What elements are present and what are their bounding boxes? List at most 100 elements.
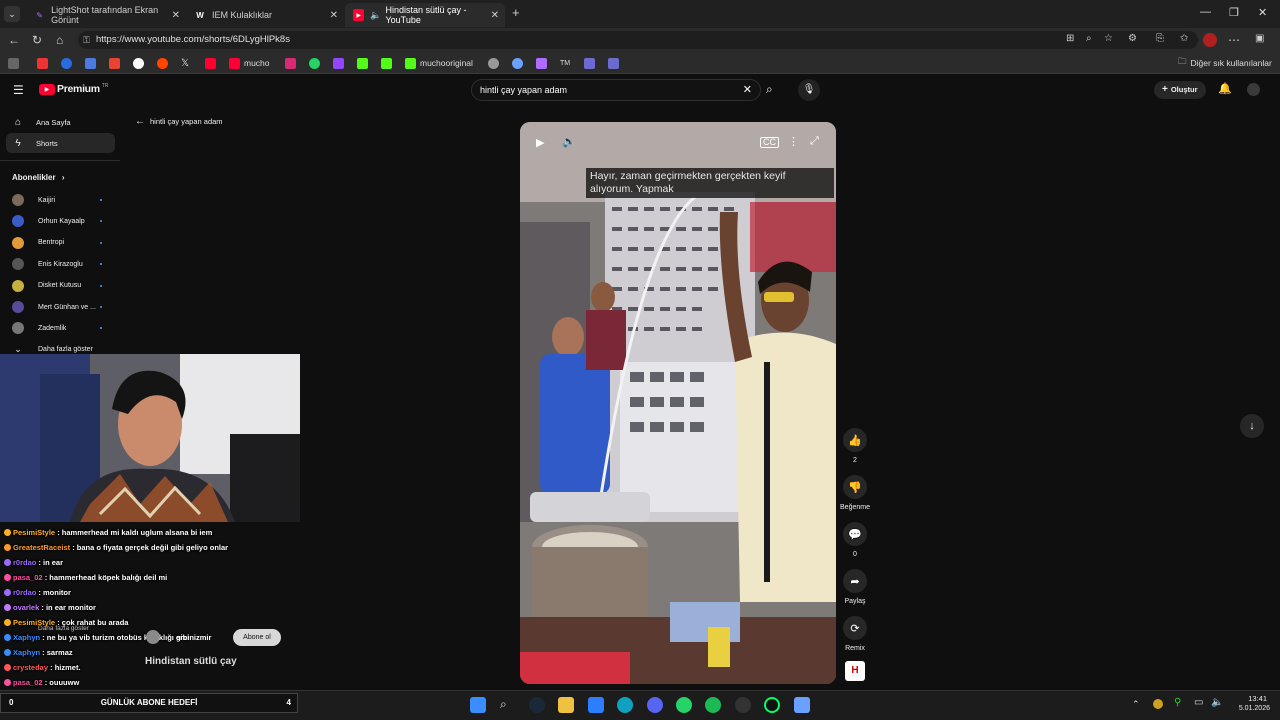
tray-nvidia-icon[interactable]: ⚲: [1174, 697, 1181, 708]
bookmark-icon[interactable]: [8, 57, 19, 69]
subscriptions-header[interactable]: Abonelikler ›: [12, 173, 64, 182]
shorts-back-link[interactable]: ← hintli çay yapan adam: [135, 116, 223, 127]
sidebar-subscription[interactable]: Bentropi: [12, 234, 112, 252]
favorites-icon[interactable]: ✩: [1180, 33, 1188, 44]
google-icon[interactable]: [133, 57, 144, 69]
bookmark-muchooriginal[interactable]: muchooriginal: [405, 56, 473, 70]
obs-icon[interactable]: [735, 697, 751, 713]
zoom-icon[interactable]: ⌕: [1086, 33, 1092, 44]
new-tab-button[interactable]: +: [512, 5, 520, 20]
bookmark-mucho[interactable]: mucho: [229, 56, 270, 70]
shield-icon[interactable]: [584, 57, 595, 69]
whatsapp-icon[interactable]: [309, 57, 320, 69]
kick-icon[interactable]: [357, 57, 368, 69]
reddit-icon[interactable]: [157, 57, 168, 69]
edge-icon[interactable]: [617, 697, 633, 713]
tab-lightshot[interactable]: ✎ LightShot tarafından Ekran Görünt ✕: [26, 3, 186, 27]
bookmark-icon[interactable]: [61, 57, 72, 69]
sidebar-item-home[interactable]: ⌂ Ana Sayfa: [6, 112, 115, 132]
extensions-icon[interactable]: ⚙: [1128, 33, 1137, 44]
mic-icon[interactable]: 🎙: [798, 79, 820, 101]
share-button[interactable]: ➦: [843, 569, 867, 593]
search-input[interactable]: hintli çay yapan adam ✕: [471, 79, 761, 101]
whatsapp-icon[interactable]: [676, 697, 692, 713]
more-icon[interactable]: ⋯: [1228, 33, 1240, 47]
star-icon[interactable]: ☆: [1104, 33, 1113, 44]
twitch-icon[interactable]: [333, 57, 344, 69]
start-icon[interactable]: [470, 697, 486, 713]
clear-search-icon[interactable]: ✕: [743, 80, 752, 100]
minimize-button[interactable]: —: [1200, 6, 1211, 18]
app-icon[interactable]: [764, 697, 780, 713]
speaker-icon[interactable]: 🔈: [1211, 697, 1223, 708]
dislike-button[interactable]: 👎: [843, 475, 867, 499]
sidebar-toggle-icon[interactable]: ▣: [1255, 33, 1264, 44]
like-button[interactable]: 👍: [843, 428, 867, 452]
profile-avatar[interactable]: [1203, 33, 1217, 47]
sidebar-subscription[interactable]: Kaijiri: [12, 191, 112, 209]
search-icon[interactable]: ⌕: [500, 697, 516, 713]
maximize-button[interactable]: ❐: [1229, 6, 1239, 19]
youtube-logo[interactable]: ▶ Premium TR: [39, 83, 109, 95]
search-icon[interactable]: ⌕: [766, 82, 773, 97]
tab-list-button[interactable]: ⌄: [4, 6, 20, 22]
gmail-icon[interactable]: [109, 57, 120, 69]
chevron-up-icon[interactable]: ⌃: [1132, 699, 1140, 710]
remix-button[interactable]: ⟳: [843, 616, 867, 640]
menu-icon[interactable]: ☰: [13, 83, 24, 97]
tab-iem[interactable]: W IEM Kulaklıklar ✕: [186, 3, 344, 27]
more-icon[interactable]: ⋮: [788, 135, 799, 148]
play-icon[interactable]: ▶: [536, 136, 544, 149]
tab-youtube[interactable]: ▶ 🔈 Hindistan sütlü çay - YouTube ✕: [345, 3, 505, 27]
url-input[interactable]: ⚿ https://www.youtube.com/shorts/6DLygHl…: [78, 31, 1198, 49]
collections-icon[interactable]: ⎘: [1156, 33, 1164, 44]
bookmark-icon[interactable]: [85, 57, 96, 69]
sidebar-subscription[interactable]: Mert Günhan ve ...: [12, 298, 112, 316]
back-icon[interactable]: ←: [8, 33, 20, 47]
clock-date[interactable]: 5.01.2026: [1226, 705, 1270, 712]
close-icon[interactable]: ✕: [172, 10, 180, 21]
create-button[interactable]: + Oluştur: [1154, 81, 1206, 99]
youtube-icon[interactable]: [205, 57, 216, 69]
spotify-icon[interactable]: [705, 697, 721, 713]
channel-thumbnail[interactable]: H: [845, 661, 865, 681]
video-title[interactable]: Hindistan sütlü çay: [145, 656, 237, 667]
volume-icon[interactable]: 🔈: [562, 135, 576, 148]
sidebar-subscription[interactable]: Disket Kutusu: [12, 277, 112, 295]
comment-button[interactable]: 💬: [843, 522, 867, 546]
clock-time[interactable]: 13:41: [1233, 694, 1267, 703]
bookmark-icon[interactable]: [512, 57, 523, 69]
notification-bell-icon[interactable]: 🔔: [1218, 82, 1232, 95]
feather-icon[interactable]: [536, 57, 547, 69]
chatgpt-icon[interactable]: [488, 57, 499, 69]
refresh-icon[interactable]: ↻: [32, 33, 42, 47]
network-icon[interactable]: ▭: [1194, 697, 1203, 708]
sidebar-subscription[interactable]: Orhun Kayaalp: [12, 212, 112, 230]
other-bookmarks[interactable]: 🗀 Diğer sık kullanılanlar: [1178, 56, 1272, 70]
kick-icon[interactable]: [381, 57, 392, 69]
tm-icon[interactable]: TM: [560, 56, 570, 70]
apps-icon[interactable]: ⊞: [1066, 33, 1074, 44]
subscribe-button[interactable]: Abone ol: [233, 629, 281, 646]
close-icon[interactable]: ✕: [330, 10, 338, 21]
next-short-button[interactable]: ↓: [1240, 414, 1264, 438]
home-icon[interactable]: ⌂: [56, 33, 63, 47]
discord-icon[interactable]: [647, 697, 663, 713]
settings-icon[interactable]: [794, 697, 810, 713]
close-icon[interactable]: ✕: [491, 10, 499, 21]
sidebar-subscription[interactable]: Zademlik: [12, 319, 112, 337]
steam-icon[interactable]: [529, 697, 545, 713]
account-avatar[interactable]: [1247, 83, 1260, 96]
sidebar-item-shorts[interactable]: ϟ Shorts: [6, 133, 115, 153]
shield-icon[interactable]: [608, 57, 619, 69]
file-explorer-icon[interactable]: [558, 697, 574, 713]
bookmark-icon[interactable]: [37, 57, 48, 69]
x-icon[interactable]: 𝕏: [181, 56, 189, 70]
channel-name[interactable]: ercinizmir: [176, 633, 211, 642]
captions-icon[interactable]: CC: [760, 137, 779, 148]
fullscreen-icon[interactable]: ⤢: [810, 135, 819, 148]
sidebar-subscription[interactable]: Enis Kirazoglu: [12, 255, 112, 273]
shorts-video-player[interactable]: ▶ 🔈 CC ⋮ ⤢: [520, 122, 836, 684]
close-window-button[interactable]: ✕: [1258, 6, 1267, 19]
tray-app-icon[interactable]: [1153, 699, 1163, 709]
